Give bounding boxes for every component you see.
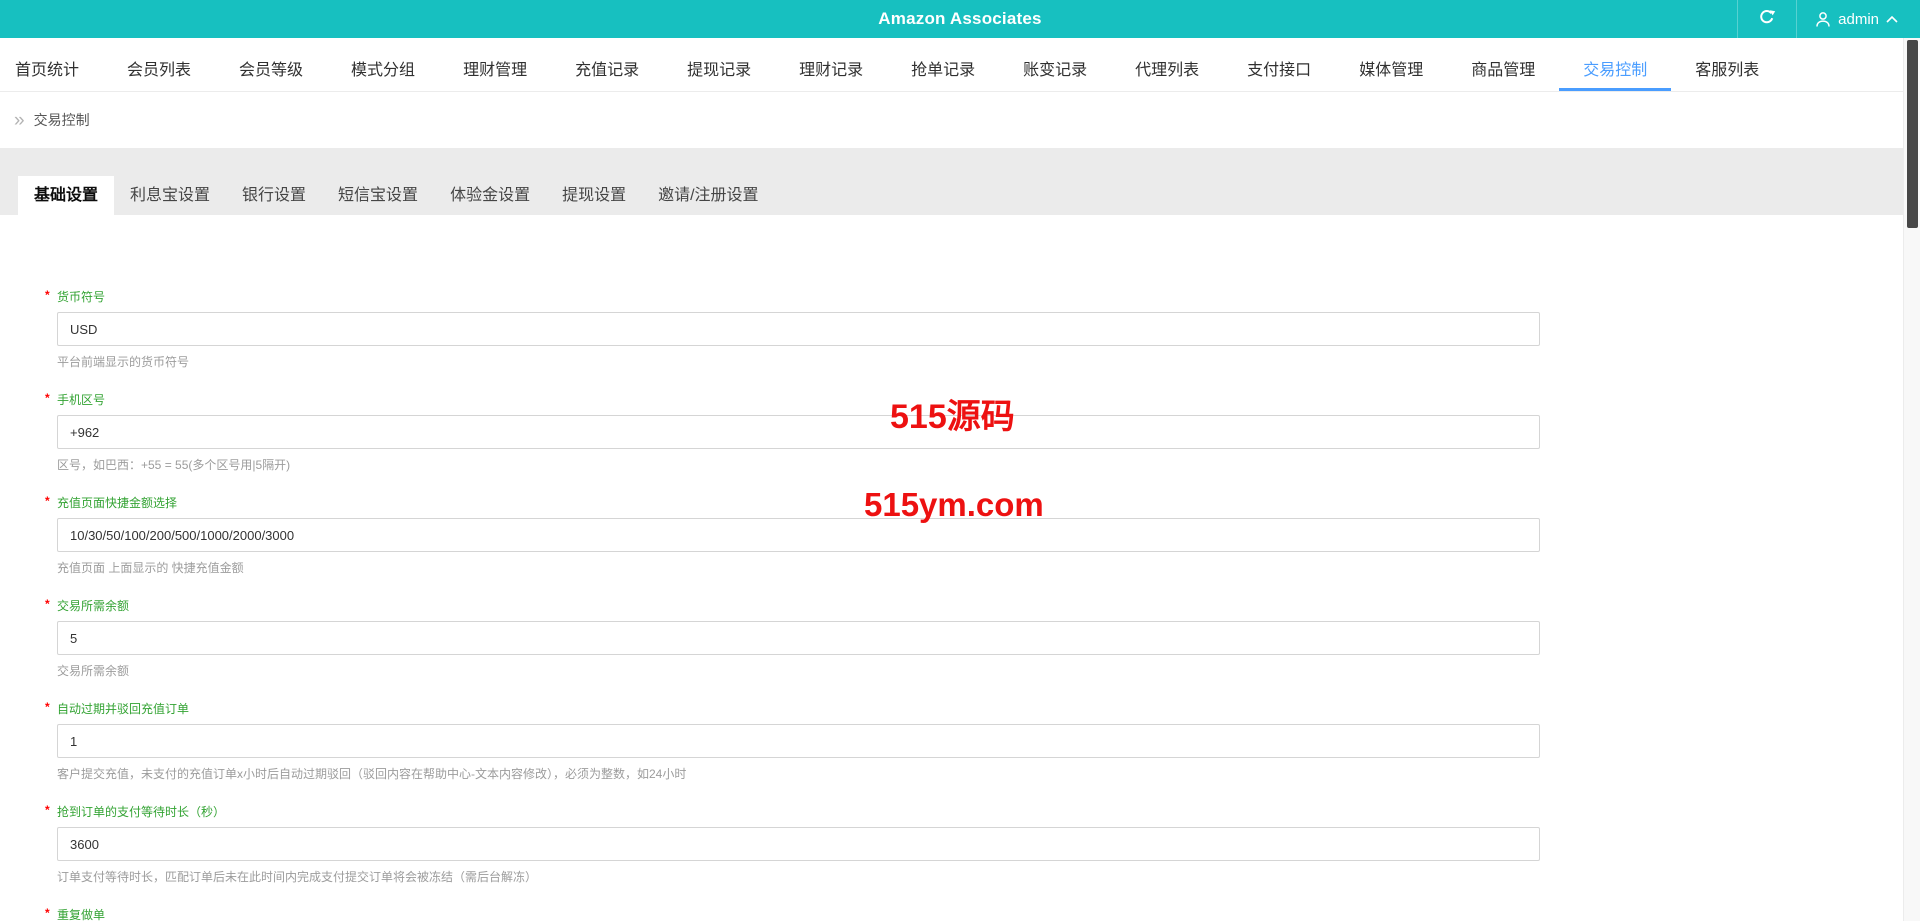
tab-invite-register-settings[interactable]: 邀请/注册设置 xyxy=(642,176,774,215)
phone-area-code-input[interactable] xyxy=(57,415,1540,449)
tab-trial-fund-settings[interactable]: 体验金设置 xyxy=(434,176,546,215)
tab-withdraw-settings[interactable]: 提现设置 xyxy=(546,176,642,215)
nav-item-member-list[interactable]: 会员列表 xyxy=(103,44,215,91)
field-help-text: 充值页面 上面显示的 快捷充值金额 xyxy=(57,561,244,575)
field-help-text: 订单支付等待时长，匹配订单后未在此时间内完成支付提交订单将会被冻结（需后台解冻） xyxy=(57,870,538,884)
required-asterisk: * xyxy=(45,906,50,920)
nav-item-recharge-records[interactable]: 充值记录 xyxy=(551,44,663,91)
auto-expire-order-input[interactable] xyxy=(57,724,1540,758)
field-help-text: 客户提交充值，未支付的充值订单x小时后自动过期驳回（驳回内容在帮助中心-文本内容… xyxy=(57,767,687,781)
tab-bank-settings[interactable]: 银行设置 xyxy=(226,176,322,215)
required-asterisk: * xyxy=(45,700,50,714)
nav-item-finance-records[interactable]: 理财记录 xyxy=(775,44,887,91)
nav-item-mode-group[interactable]: 模式分组 xyxy=(327,44,439,91)
field-auto-expire-order: *自动过期并驳回充值订单 客户提交充值，未支付的充值订单x小时后自动过期驳回（驳… xyxy=(45,700,1920,782)
nav-item-product-mgmt[interactable]: 商品管理 xyxy=(1447,44,1559,91)
nav-item-payment-api[interactable]: 支付接口 xyxy=(1223,44,1335,91)
required-asterisk: * xyxy=(45,391,50,405)
field-currency-symbol: *货币符号 平台前端显示的货币符号 xyxy=(45,288,1920,370)
field-label: * 手机区号 xyxy=(45,391,106,407)
field-help-text: 交易所需余额 xyxy=(57,664,130,678)
tab-interest-settings[interactable]: 利息宝设置 xyxy=(114,176,226,215)
required-asterisk: * xyxy=(45,494,50,508)
watermark-url: 515ym.com xyxy=(864,486,1044,523)
scrollbar-thumb[interactable] xyxy=(1906,40,1918,228)
app-title: Amazon Associates xyxy=(878,9,1042,28)
pay-wait-seconds-input[interactable] xyxy=(57,827,1540,861)
field-label: * 抢到订单的支付等待时长（秒） xyxy=(45,803,226,819)
nav-item-member-level[interactable]: 会员等级 xyxy=(215,44,327,91)
tab-basic-settings[interactable]: 基础设置 xyxy=(18,176,115,215)
currency-symbol-input[interactable] xyxy=(57,312,1540,346)
content-area: 基础设置 利息宝设置 银行设置 短信宝设置 体验金设置 提现设置 邀请/注册设置… xyxy=(0,148,1920,921)
required-asterisk: * xyxy=(45,288,50,302)
field-label: * 交易所需余额 xyxy=(45,597,130,613)
breadcrumb: » 交易控制 xyxy=(0,92,1920,148)
tab-sms-settings[interactable]: 短信宝设置 xyxy=(322,176,434,215)
field-label: * 货币符号 xyxy=(45,288,106,304)
field-label: * 重复做单 xyxy=(45,906,106,921)
nav-item-home-stats[interactable]: 首页统计 xyxy=(0,44,103,91)
field-label: * 充值页面快捷金额选择 xyxy=(45,494,178,510)
app-header: Amazon Associates admin xyxy=(0,0,1920,38)
nav-item-trade-control[interactable]: 交易控制 xyxy=(1559,44,1672,91)
nav-item-finance-mgmt[interactable]: 理财管理 xyxy=(439,44,551,91)
nav-item-order-grab-records[interactable]: 抢单记录 xyxy=(887,44,999,91)
nav-item-balance-change-records[interactable]: 账变记录 xyxy=(999,44,1111,91)
field-label: * 自动过期并驳回充值订单 xyxy=(45,700,190,716)
basic-settings-form: *货币符号 平台前端显示的货币符号 *手机区号 区号，如巴西：+55 = 55(… xyxy=(0,215,1920,921)
field-help-text: 区号，如巴西：+55 = 55(多个区号用|5隔开) xyxy=(57,458,291,472)
field-help-text: 平台前端显示的货币符号 xyxy=(57,355,190,369)
breadcrumb-label: 交易控制 xyxy=(33,112,90,128)
nav-item-support-list[interactable]: 客服列表 xyxy=(1671,44,1783,91)
nav-item-agent-list[interactable]: 代理列表 xyxy=(1111,44,1223,91)
scrollbar-track[interactable] xyxy=(1903,38,1920,921)
field-repeat-order: * 重复做单 xyxy=(45,906,1920,921)
required-asterisk: * xyxy=(45,803,50,817)
nav-item-withdraw-records[interactable]: 提现记录 xyxy=(663,44,775,91)
required-asterisk: * xyxy=(45,597,50,611)
required-balance-input[interactable] xyxy=(57,621,1540,655)
field-required-balance: *交易所需余额 交易所需余额 xyxy=(45,597,1920,679)
settings-tabs: 基础设置 利息宝设置 银行设置 短信宝设置 体验金设置 提现设置 邀请/注册设置 xyxy=(0,148,1920,215)
nav-item-media-mgmt[interactable]: 媒体管理 xyxy=(1335,44,1447,91)
main-nav: 首页统计 会员列表 会员等级 模式分组 理财管理 充值记录 提现记录 理财记录 … xyxy=(0,38,1920,92)
watermark-text: 515源码 xyxy=(890,398,1015,436)
breadcrumb-chevrons-icon: » xyxy=(14,109,25,131)
quick-amounts-input[interactable] xyxy=(57,518,1540,552)
field-pay-wait-seconds: *抢到订单的支付等待时长（秒） 订单支付等待时长，匹配订单后未在此时间内完成支付… xyxy=(45,803,1920,885)
